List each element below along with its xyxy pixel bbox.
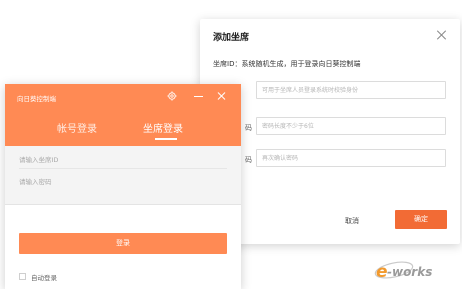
svg-text:e: e [376, 262, 388, 282]
window-title: 向日葵控制端 [17, 95, 56, 103]
svg-text:-works: -works [387, 265, 432, 279]
dialog-title: 添加坐席 [213, 33, 250, 43]
seat-name-input[interactable]: 可用于坐席人员登录系统时校验身份 [256, 81, 446, 99]
confirm-password-input[interactable]: 再次确认密码 [256, 149, 446, 167]
tab-seat-login[interactable]: 坐席登录 [143, 120, 183, 135]
auto-login-checkbox[interactable] [19, 273, 26, 280]
dialog-close-icon[interactable] [436, 29, 448, 41]
login-header: 向日葵控制端 帐号登录 坐席登录 [5, 84, 241, 146]
seat-id-description: 坐席ID：系统随机生成，用于登录向日葵控制端 [213, 60, 361, 68]
confirm-button[interactable]: 确定 [395, 210, 447, 229]
e-works-watermark-logo: e -works [374, 261, 432, 282]
close-icon[interactable] [217, 91, 227, 101]
login-button[interactable]: 登录 [19, 233, 227, 254]
login-window: 向日葵控制端 帐号登录 坐席登录 请输入坐席ID 请输入密码 登录 自动登录 [5, 84, 241, 289]
password-input[interactable]: 密码长度不少于6位 [256, 117, 446, 135]
gear-icon[interactable] [167, 91, 177, 101]
seat-id-input[interactable]: 请输入坐席ID [19, 151, 227, 169]
password-label: 码 [245, 124, 252, 132]
minimize-icon[interactable] [194, 96, 203, 97]
password-input[interactable]: 请输入密码 [19, 173, 227, 191]
cancel-button[interactable]: 取消 [345, 216, 359, 226]
active-tab-indicator [155, 138, 177, 140]
login-form: 请输入坐席ID 请输入密码 [5, 146, 241, 289]
confirm-password-label: 码 [245, 156, 252, 164]
tab-account-login[interactable]: 帐号登录 [57, 120, 97, 135]
auto-login-label: 自动登录 [31, 274, 57, 282]
